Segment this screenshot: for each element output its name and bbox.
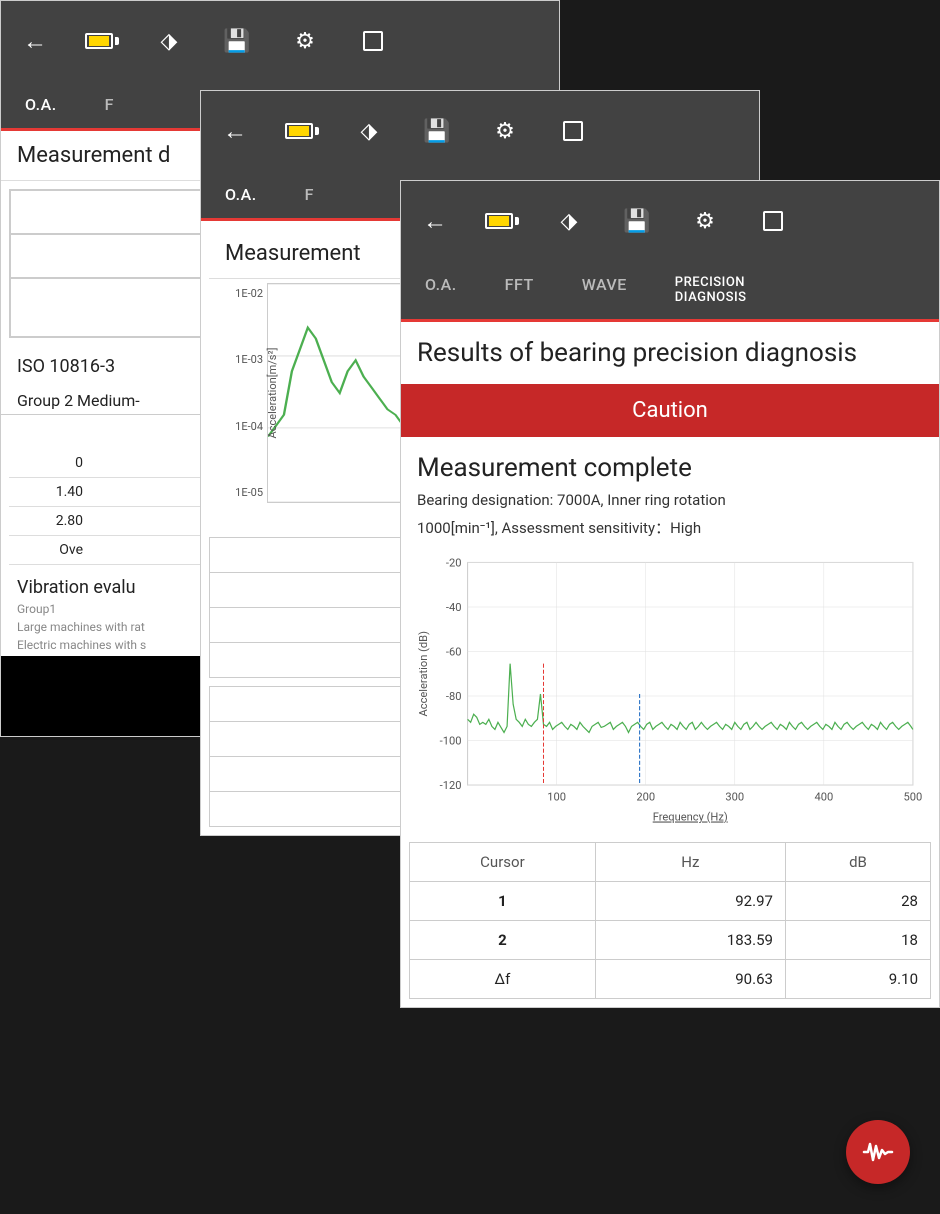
tab-oa-3[interactable]: O.A. <box>401 261 481 319</box>
square-icon-1[interactable] <box>355 23 391 59</box>
svg-text:100: 100 <box>547 790 566 803</box>
table-db-delta: 9.10 <box>785 960 930 999</box>
data-val-2: 1.40 <box>9 478 89 506</box>
svg-text:-60: -60 <box>446 646 462 659</box>
svg-text:400: 400 <box>814 790 833 803</box>
result-title: Results of bearing precision diagnosis <box>401 322 939 384</box>
svg-text:500: 500 <box>903 790 922 803</box>
svg-text:-40: -40 <box>446 601 462 614</box>
battery-icon-2 <box>285 123 319 139</box>
table-hz-delta: 90.63 <box>595 960 785 999</box>
table-header-cursor: Cursor <box>410 843 596 882</box>
bluetooth-icon-1[interactable]: ⬗ <box>151 23 187 59</box>
bluetooth-icon-2[interactable]: ⬗ <box>351 113 387 149</box>
table-cursor-2: 2 <box>410 921 596 960</box>
tab-precision-3[interactable]: PRECISIONDIAGNOSIS <box>651 261 771 319</box>
back-button-3[interactable]: ← <box>417 203 453 239</box>
svg-text:-20: -20 <box>446 556 462 569</box>
battery-icon-3 <box>485 213 519 229</box>
svg-text:-80: -80 <box>446 690 462 703</box>
y-axis-label-2: Acceleration[m/s²] <box>266 348 279 439</box>
svg-text:300: 300 <box>725 790 744 803</box>
table-hz-1: 92.97 <box>595 882 785 921</box>
table-row-1: 1 92.97 28 <box>410 882 931 921</box>
back-button-2[interactable]: ← <box>217 113 253 149</box>
tab-f-1[interactable]: F <box>81 81 138 128</box>
table-row-2: 2 183.59 18 <box>410 921 931 960</box>
table-row-delta: Δf 90.63 9.10 <box>410 960 931 999</box>
svg-text:200: 200 <box>636 790 655 803</box>
y-label-2-1: 1E-02 <box>217 287 263 300</box>
data-val-4: Ove <box>9 536 89 564</box>
table-db-1: 28 <box>785 882 930 921</box>
table-hz-2: 183.59 <box>595 921 785 960</box>
settings-icon-3[interactable]: ⚙ <box>687 203 723 239</box>
table-header-hz: Hz <box>595 843 785 882</box>
y-label-2-4: 1E-05 <box>217 486 263 499</box>
y-label-2-3: 1E-04 <box>217 420 263 433</box>
table-db-2: 18 <box>785 921 930 960</box>
data-table-3: Cursor Hz dB 1 92.97 28 2 183.59 18 Δf 9… <box>409 842 931 999</box>
bearing-info: Bearing designation: 7000A, Inner ring r… <box>401 487 939 513</box>
tab-wave-3[interactable]: WAVE <box>558 261 651 319</box>
tab-f-2[interactable]: F <box>281 171 338 218</box>
settings-icon-1[interactable]: ⚙ <box>287 23 323 59</box>
tab-oa-1[interactable]: O.A. <box>1 81 81 128</box>
tab-fft-3[interactable]: FFT <box>481 261 558 319</box>
save-icon-3[interactable]: 💾 <box>619 203 655 239</box>
toolbar-2: ← ⬗ 💾 ⚙ <box>201 91 759 171</box>
tabs-3: O.A. FFT WAVE PRECISIONDIAGNOSIS <box>401 261 939 322</box>
data-val-3: 2.80 <box>9 507 89 535</box>
window-3: ← ⬗ 💾 ⚙ O.A. FFT WAVE PRECISIONDIAGNOSIS… <box>400 180 940 1008</box>
battery-icon-1 <box>85 33 119 49</box>
fab-button[interactable] <box>846 1120 910 1184</box>
y-label-2-2: 1E-03 <box>217 353 263 366</box>
square-icon-2[interactable] <box>555 113 591 149</box>
caution-bar: Caution <box>401 384 939 437</box>
back-button-1[interactable]: ← <box>17 23 53 59</box>
square-icon-3[interactable] <box>755 203 791 239</box>
save-icon-2[interactable]: 💾 <box>419 113 455 149</box>
fft-chart-container: -20 -40 -60 -80 -100 -120 Acceleration (… <box>417 554 923 834</box>
tab-oa-2[interactable]: O.A. <box>201 171 281 218</box>
toolbar-3: ← ⬗ 💾 ⚙ <box>401 181 939 261</box>
fft-chart-svg: -20 -40 -60 -80 -100 -120 Acceleration (… <box>417 554 923 834</box>
table-cursor-delta: Δf <box>410 960 596 999</box>
y-axis-labels-2: 1E-02 1E-03 1E-04 1E-05 <box>213 283 267 503</box>
table-cursor-1: 1 <box>410 882 596 921</box>
complete-title: Measurement complete <box>401 445 939 487</box>
settings-icon-2[interactable]: ⚙ <box>487 113 523 149</box>
toolbar-1: ← ⬗ 💾 ⚙ <box>1 1 559 81</box>
svg-text:Acceleration (dB): Acceleration (dB) <box>417 631 430 717</box>
bluetooth-icon-3[interactable]: ⬗ <box>551 203 587 239</box>
svg-text:Frequency (Hz): Frequency (Hz) <box>653 811 728 824</box>
table-header-db: dB <box>785 843 930 882</box>
save-icon-1[interactable]: 💾 <box>219 23 255 59</box>
sensitivity-info: 1000[min⁻¹], Assessment sensitivity：High <box>401 513 939 546</box>
waveform-icon <box>862 1136 894 1168</box>
data-val-1: 0 <box>9 449 89 477</box>
svg-text:-100: -100 <box>440 735 462 748</box>
svg-text:-120: -120 <box>440 779 462 792</box>
